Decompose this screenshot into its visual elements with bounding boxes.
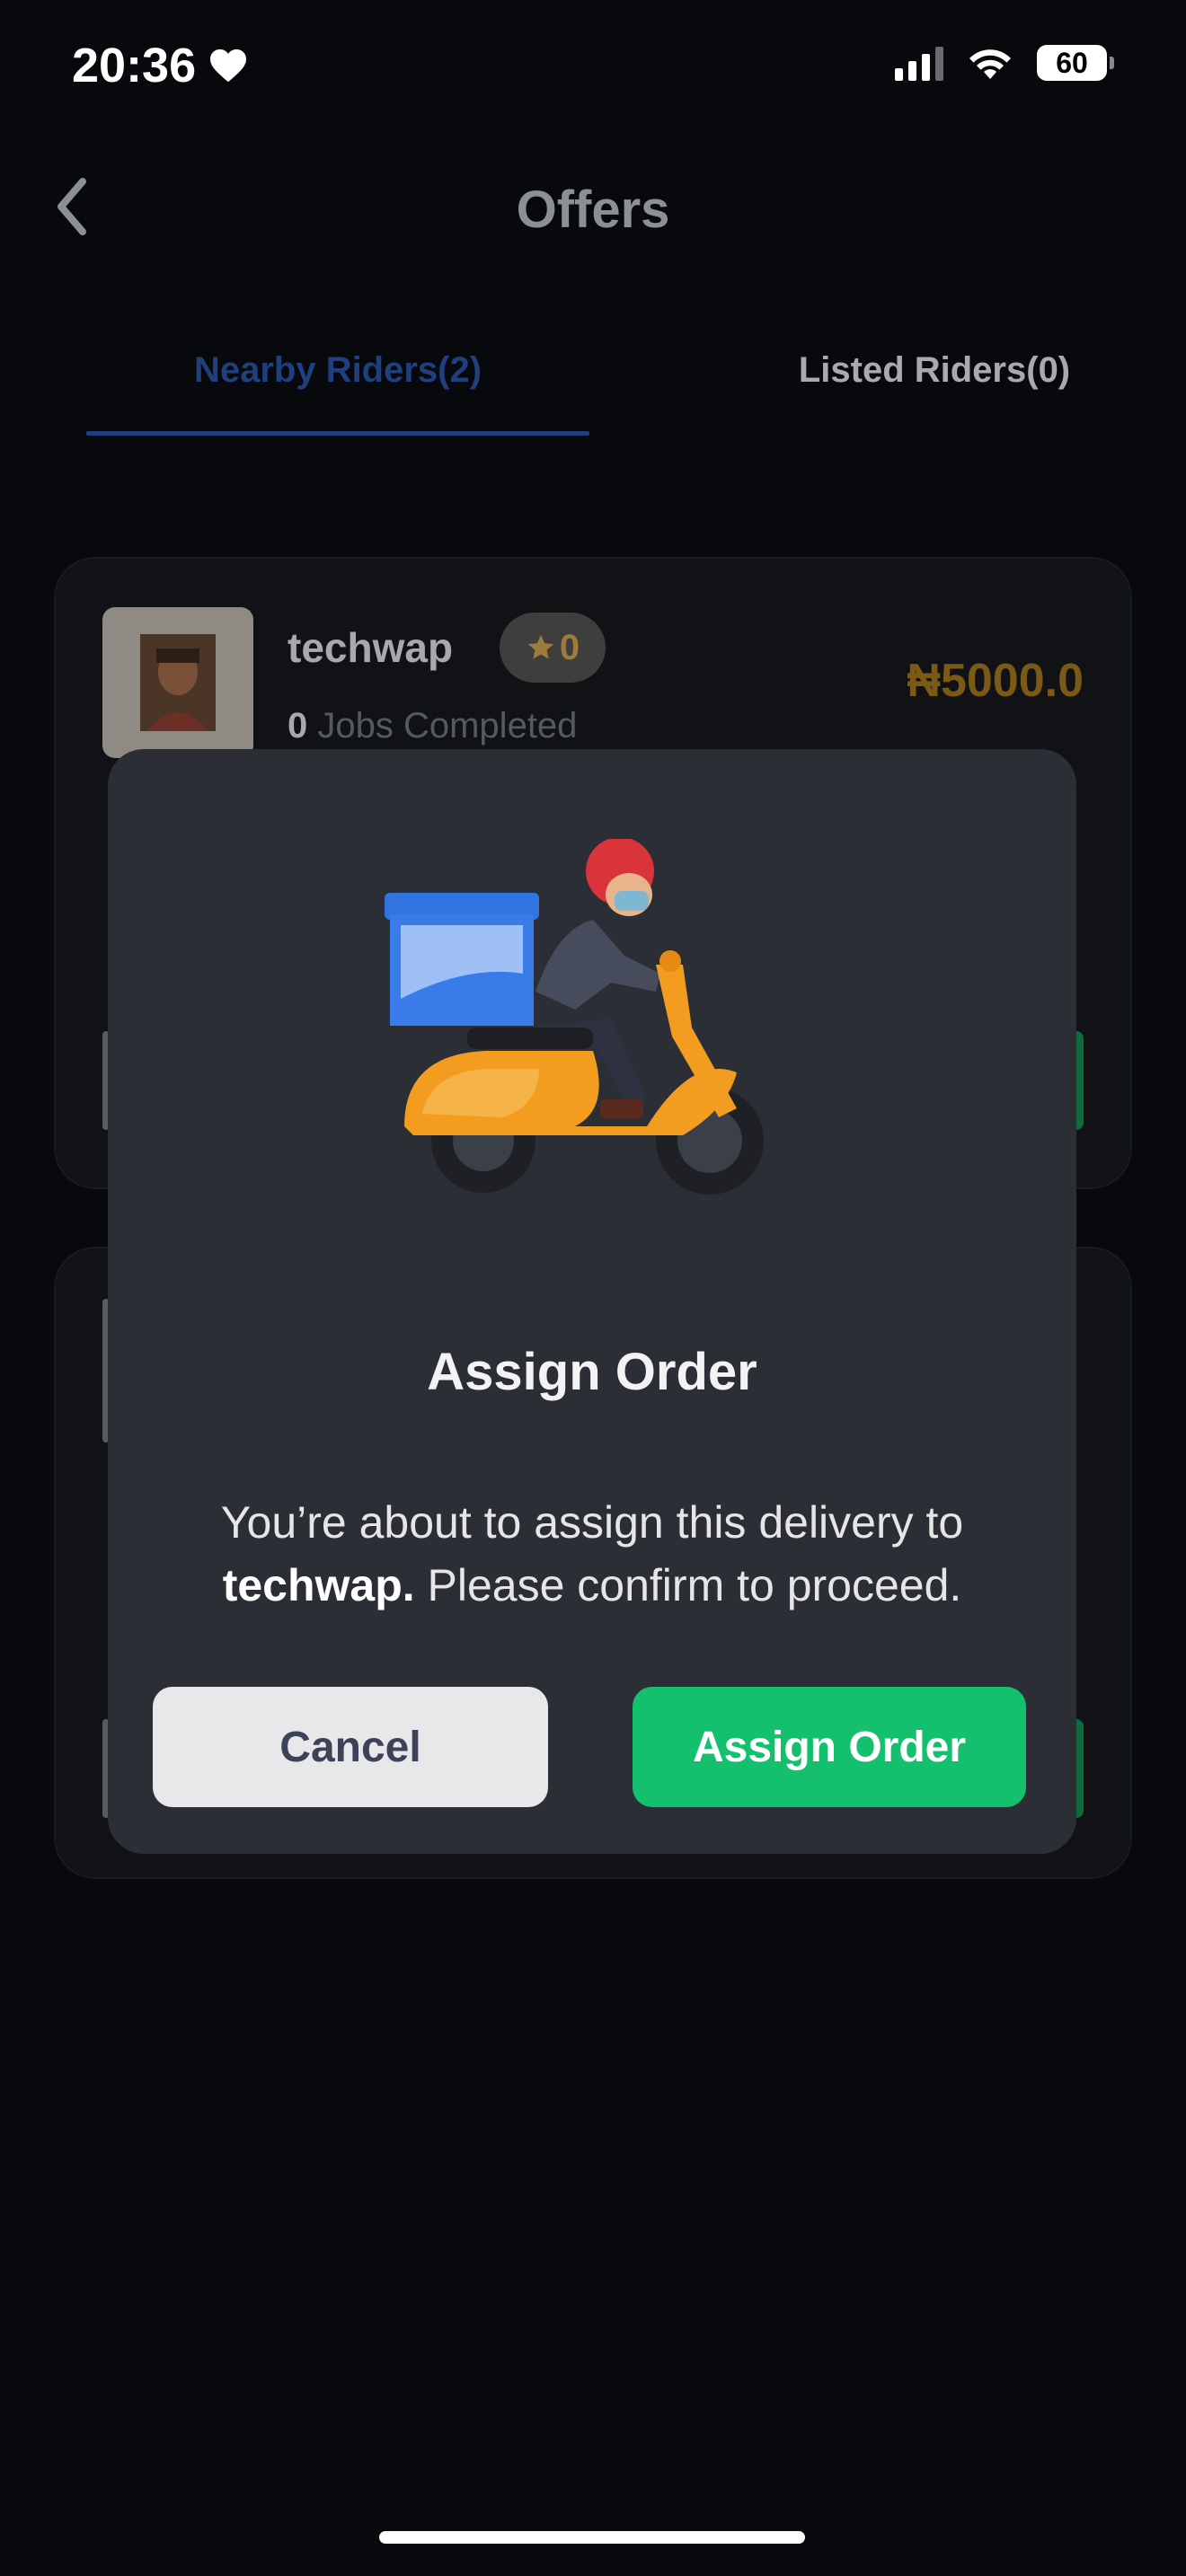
home-indicator[interactable] — [379, 2531, 805, 2544]
jobs-label: Jobs Completed — [317, 706, 578, 745]
delivery-scooter-illustration — [385, 839, 764, 1195]
dialog-message-suffix: Please confirm to proceed. — [414, 1560, 962, 1610]
jobs-completed: 0 Jobs Completed — [288, 706, 577, 746]
rider-name: techwap — [288, 624, 454, 671]
star-icon — [527, 634, 554, 659]
page-title: Offers — [516, 181, 670, 239]
dialog-rider-name: techwap. — [222, 1560, 415, 1610]
status-time: 20:36 — [72, 38, 248, 93]
offers-screen: 20:36 60 Offers Nearby Riders(2) Listed … — [0, 0, 1186, 2576]
battery-level: 60 — [1056, 46, 1088, 79]
active-tab-indicator — [86, 431, 589, 436]
assign-order-dialog: Assign Order You’re about to assign this… — [108, 749, 1076, 1854]
status-time-text: 20:36 — [72, 39, 197, 93]
battery-icon: 60 — [1037, 45, 1114, 81]
heart-icon — [210, 49, 247, 83]
rating-badge: 0 — [500, 613, 606, 683]
dialog-message-prefix: You’re about to assign this delivery to — [220, 1497, 964, 1548]
assign-order-button[interactable]: Assign Order — [633, 1687, 1026, 1807]
cancel-button[interactable]: Cancel — [153, 1687, 548, 1807]
status-indicators: 60 — [895, 45, 1114, 81]
dialog-title: Assign Order — [427, 1343, 757, 1401]
wifi-icon — [969, 49, 1011, 79]
dialog-message: You’re about to assign this delivery to … — [171, 1491, 1013, 1617]
avatar — [102, 607, 253, 758]
jobs-count: 0 — [288, 706, 308, 745]
tab-listed-riders[interactable]: Listed Riders(0) — [737, 350, 1132, 391]
offer-price: ₦5000.0 — [907, 655, 1084, 707]
rating-value: 0 — [559, 627, 580, 667]
cellular-signal-icon — [895, 45, 943, 81]
tab-nearby-riders[interactable]: Nearby Riders(2) — [86, 350, 589, 391]
